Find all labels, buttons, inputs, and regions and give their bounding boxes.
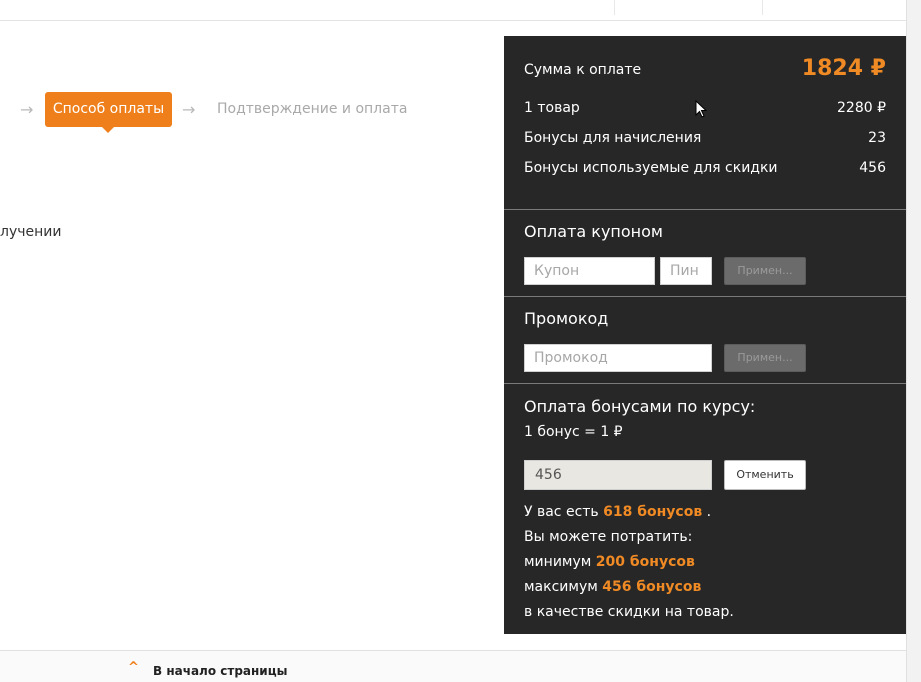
chevron-up-icon[interactable]: ^ [128, 660, 139, 675]
coupon-title: Оплата купоном [524, 222, 663, 241]
items-value: 2280 ₽ [837, 100, 886, 116]
top-header [0, 0, 906, 21]
panel-divider [504, 383, 906, 384]
step-arrow-icon: → [182, 100, 196, 119]
bonus-amount-field[interactable]: 456 [524, 460, 712, 490]
bonus-discount-label: Бонусы используемые для скидки [524, 160, 778, 176]
bonus-title: Оплата бонусами по курсу: [524, 397, 756, 416]
bonus-balance-suffix: . [702, 504, 712, 520]
step-arrow-icon: → [20, 100, 34, 119]
step-pointer-icon [102, 127, 114, 133]
bonus-cancel-button[interactable]: Отменить [724, 460, 806, 490]
step-confirmation[interactable]: Подтверждение и оплата [217, 101, 407, 117]
total-label: Сумма к оплате [524, 62, 642, 78]
bonus-accrual-label: Бонусы для начисления [524, 130, 702, 146]
total-amount: 1824 ₽ [801, 56, 886, 81]
items-label: 1 товар [524, 100, 580, 116]
bonus-balance-line: У вас есть 618 бонусов . [524, 504, 711, 520]
bonus-spend-heading: Вы можете потратить: [524, 529, 693, 545]
header-divider [614, 0, 615, 15]
back-to-top-link[interactable]: В начало страницы [153, 664, 287, 678]
total-row: Сумма к оплате 1824 ₽ [524, 56, 886, 84]
bonus-balance-amount: 618 бонусов [603, 504, 703, 520]
promo-input[interactable] [524, 344, 712, 372]
bonus-max-amount: 456 бонусов [602, 579, 702, 595]
payment-option-label: лучении [0, 224, 62, 240]
checkout-page: → Способ оплаты → Подтверждение и оплата… [0, 0, 921, 682]
header-divider [762, 0, 763, 15]
bonus-discount-note: в качестве скидки на товар. [524, 604, 734, 620]
bonus-min-line: минимум 200 бонусов [524, 554, 695, 570]
page-footer: ^ В начало страницы [0, 650, 906, 682]
step-payment-method-label: Способ оплаты [52, 101, 165, 117]
bonus-balance-prefix: У вас есть [524, 504, 604, 520]
panel-divider [504, 296, 906, 297]
panel-divider [504, 209, 906, 210]
bonus-accrual-value: 23 [868, 130, 886, 146]
step-payment-method[interactable]: Способ оплаты [45, 92, 172, 133]
bonus-min-prefix: минимум [524, 554, 596, 570]
mouse-cursor-icon [695, 100, 707, 118]
bonus-max-line: максимум 456 бонусов [524, 579, 701, 595]
bonus-max-prefix: максимум [524, 579, 603, 595]
coupon-input[interactable] [524, 257, 655, 285]
bonus-rate: 1 бонус = 1 ₽ [524, 424, 623, 440]
bonus-min-amount: 200 бонусов [595, 554, 695, 570]
promo-apply-button[interactable]: Примен... [724, 344, 806, 372]
promo-title: Промокод [524, 309, 609, 328]
order-summary-panel: Сумма к оплате 1824 ₽ 1 товар 2280 ₽ Бон… [504, 36, 906, 634]
pin-input[interactable] [660, 257, 712, 285]
scrollbar-track[interactable] [906, 0, 921, 682]
bonus-discount-value: 456 [859, 160, 886, 176]
coupon-apply-button[interactable]: Примен... [724, 257, 806, 285]
